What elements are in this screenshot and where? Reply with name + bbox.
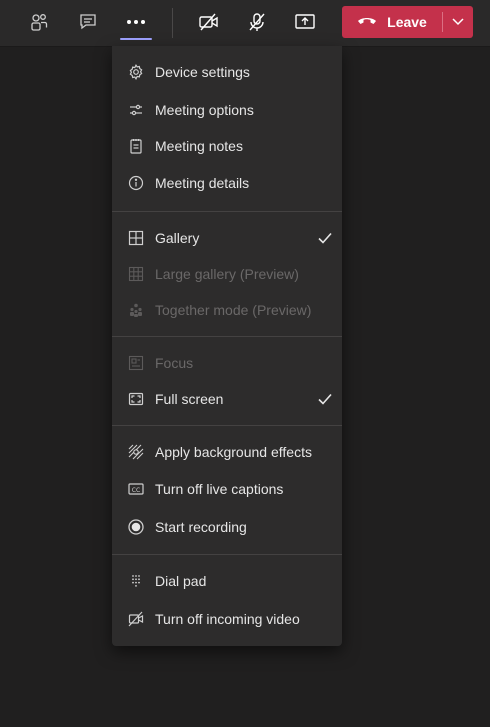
checkmark-icon xyxy=(317,391,333,407)
menu-item-start-recording[interactable]: Start recording xyxy=(112,511,342,543)
checkmark-icon xyxy=(317,230,333,246)
background-effects-icon xyxy=(128,444,144,460)
menu-item-together-mode: Together mode (Preview) xyxy=(112,294,342,326)
leave-label: Leave xyxy=(387,14,427,30)
leave-main[interactable]: Leave xyxy=(342,6,442,38)
together-mode-icon xyxy=(128,302,144,318)
menu-item-meeting-options[interactable]: Meeting options xyxy=(112,94,342,126)
menu-item-full-screen[interactable]: Full screen xyxy=(112,383,342,415)
notes-icon xyxy=(128,138,144,154)
gallery-icon xyxy=(128,230,144,246)
menu-item-label: Meeting details xyxy=(155,175,250,191)
menu-item-dial-pad[interactable]: Dial pad xyxy=(112,565,342,597)
menu-item-label: Gallery xyxy=(155,230,200,246)
large-gallery-icon xyxy=(128,266,144,282)
chat-icon xyxy=(78,12,98,32)
menu-item-label: Dial pad xyxy=(155,573,207,589)
menu-item-label: Turn off incoming video xyxy=(155,611,300,627)
svg-text:CC: CC xyxy=(132,487,140,494)
mic-off-icon xyxy=(247,12,267,32)
full-screen-icon xyxy=(128,391,144,407)
menu-item-gallery[interactable]: Gallery xyxy=(112,222,342,254)
menu-item-label: Apply background effects xyxy=(155,444,312,460)
menu-item-background-effects[interactable]: Apply background effects xyxy=(112,436,342,468)
toolbar-divider xyxy=(172,8,173,38)
more-icon xyxy=(125,12,147,32)
menu-divider xyxy=(112,554,342,555)
share-screen-button[interactable] xyxy=(288,7,322,37)
menu-item-incoming-video[interactable]: Turn off incoming video xyxy=(112,603,342,635)
more-actions-menu: Device settings Meeting options Meeting … xyxy=(112,46,342,646)
menu-divider xyxy=(112,211,342,212)
people-icon xyxy=(29,12,49,32)
record-icon xyxy=(128,519,144,535)
share-icon xyxy=(294,12,316,32)
mic-toggle-button[interactable] xyxy=(240,7,274,37)
menu-item-meeting-notes[interactable]: Meeting notes xyxy=(112,130,342,162)
dial-pad-icon xyxy=(128,573,144,589)
camera-toggle-button[interactable] xyxy=(192,7,226,37)
active-indicator xyxy=(120,38,152,40)
menu-item-large-gallery: Large gallery (Preview) xyxy=(112,258,342,290)
participants-button[interactable] xyxy=(22,7,56,37)
info-icon xyxy=(128,175,144,191)
camera-off-icon xyxy=(198,12,220,32)
video-off-icon xyxy=(128,611,144,627)
sliders-icon xyxy=(128,102,144,118)
menu-item-meeting-details[interactable]: Meeting details xyxy=(112,167,342,199)
gear-icon xyxy=(128,64,144,80)
menu-item-label: Start recording xyxy=(155,519,247,535)
menu-item-focus: Focus xyxy=(112,347,342,379)
menu-divider xyxy=(112,425,342,426)
more-actions-button[interactable] xyxy=(119,7,153,37)
captions-icon: CC xyxy=(128,481,144,497)
menu-item-label: Meeting notes xyxy=(155,138,243,154)
menu-item-label: Focus xyxy=(155,355,194,371)
leave-options-button[interactable] xyxy=(443,6,473,38)
leave-button[interactable]: Leave xyxy=(342,6,473,38)
menu-item-label: Together mode (Preview) xyxy=(155,302,312,318)
chat-button[interactable] xyxy=(71,7,105,37)
menu-item-label: Device settings xyxy=(155,64,250,80)
focus-icon xyxy=(128,355,144,371)
menu-item-live-captions[interactable]: CC Turn off live captions xyxy=(112,473,342,505)
menu-item-label: Turn off live captions xyxy=(155,481,284,497)
menu-item-label: Full screen xyxy=(155,391,224,407)
menu-item-label: Meeting options xyxy=(155,102,254,118)
meeting-toolbar: Leave xyxy=(0,0,490,47)
menu-item-device-settings[interactable]: Device settings xyxy=(112,56,342,88)
chevron-down-icon xyxy=(452,13,464,31)
menu-item-label: Large gallery (Preview) xyxy=(155,266,299,282)
menu-divider xyxy=(112,336,342,337)
phone-hangup-icon xyxy=(357,14,377,30)
